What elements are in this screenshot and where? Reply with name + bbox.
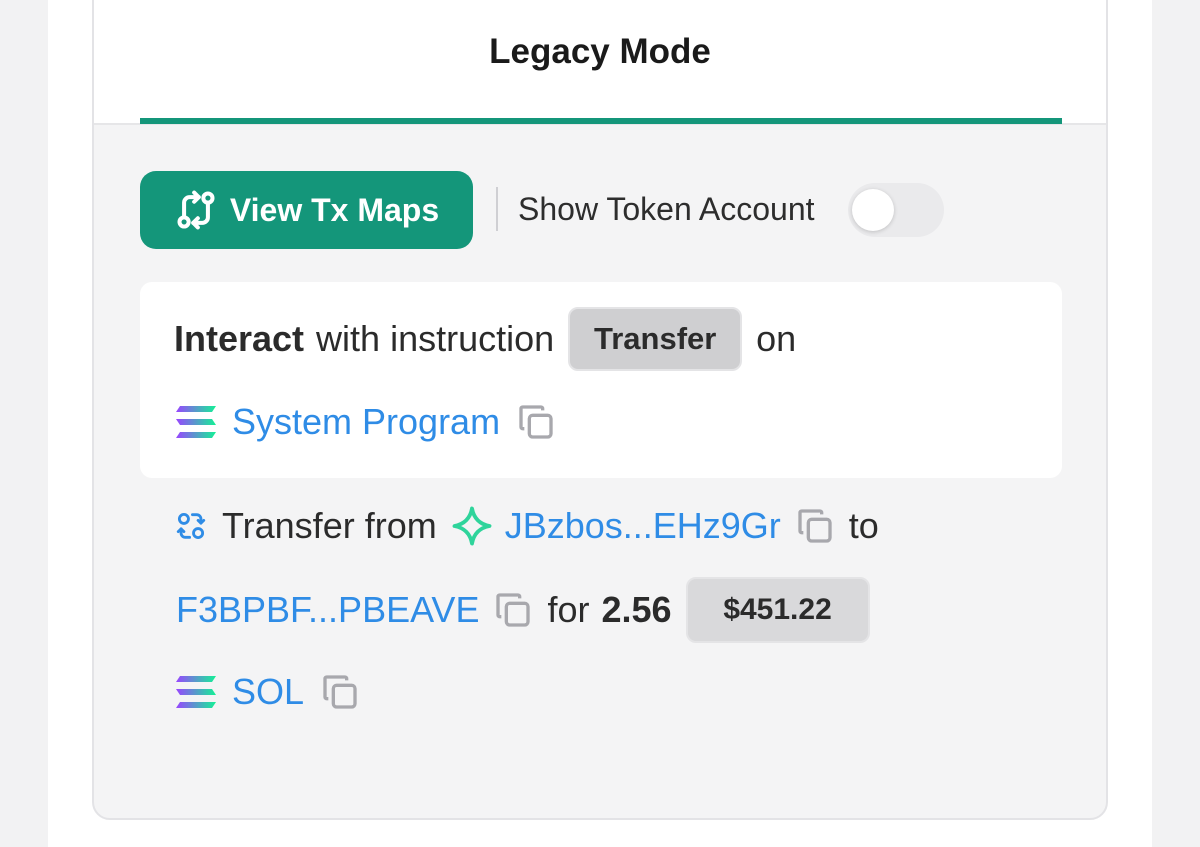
usd-value-badge: $451.22 <box>685 577 870 643</box>
solana-logo-icon <box>176 406 216 438</box>
copy-icon[interactable] <box>493 590 533 630</box>
toggle-knob <box>852 189 894 231</box>
tab-legacy-mode[interactable]: Legacy Mode <box>94 32 1106 72</box>
tab-header: Legacy Mode <box>94 0 1106 125</box>
interact-verb: Interact <box>174 318 305 359</box>
transfer-line-3: SOL <box>174 664 360 720</box>
sparkle-star-icon <box>452 506 492 546</box>
transfer-line-2: F3BPBF...PBEAVE for 2.56 $451.22 <box>176 576 870 644</box>
copy-icon[interactable] <box>320 672 360 712</box>
copy-icon[interactable] <box>516 402 556 442</box>
program-line: System Program <box>174 394 556 450</box>
solana-logo-icon <box>176 676 216 708</box>
git-compare-icon <box>177 190 215 230</box>
token-link[interactable]: SOL <box>232 671 304 713</box>
to-address-link[interactable]: F3BPBF...PBEAVE <box>176 589 479 631</box>
swap-icon <box>176 512 206 540</box>
from-address-link[interactable]: JBzbos...EHz9Gr <box>505 505 781 547</box>
interact-summary: Interact with instruction Transfer on Sy… <box>140 282 1062 478</box>
for-word: for <box>547 589 590 630</box>
interact-middle-text: with instruction <box>316 318 555 359</box>
transfer-amount: 2.56 <box>601 589 672 630</box>
interact-suffix: on <box>756 318 797 359</box>
tab-active-indicator <box>140 118 1062 124</box>
instruction-badge: Transfer <box>568 307 743 371</box>
show-token-account-toggle[interactable] <box>848 183 944 237</box>
to-word: to <box>848 505 879 546</box>
interact-line: Interact with instruction Transfer on <box>174 306 796 372</box>
toolbar: View Tx Maps Show Token Account <box>140 171 1040 249</box>
view-tx-maps-label: View Tx Maps <box>229 191 440 228</box>
copy-icon[interactable] <box>795 506 835 546</box>
instruction-card: Legacy Mode View Tx Maps Show Token Acco… <box>92 0 1108 820</box>
program-link[interactable]: System Program <box>232 401 500 443</box>
view-tx-maps-button[interactable]: View Tx Maps <box>140 171 473 249</box>
show-token-account-label: Show Token Account <box>518 191 815 227</box>
transfer-prefix: Transfer from <box>222 505 437 546</box>
toolbar-divider <box>496 187 498 231</box>
transfer-line-1: Transfer from JBzbos...EHz9Gr to <box>174 495 879 557</box>
